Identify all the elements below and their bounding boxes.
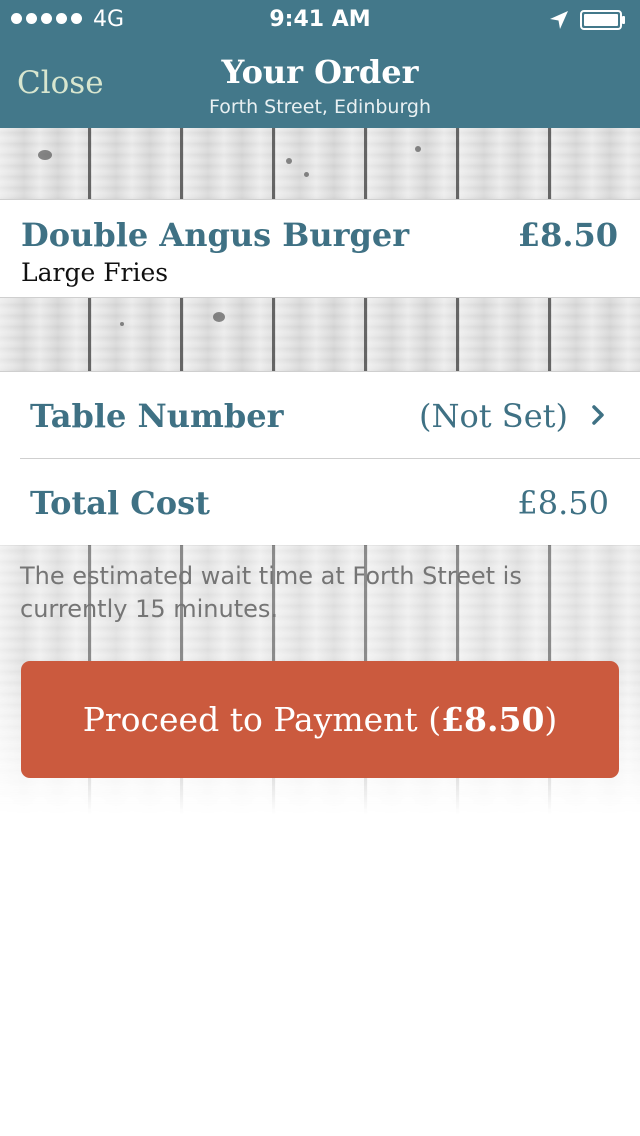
proceed-to-payment-button[interactable]: Proceed to Payment (£8.50) bbox=[21, 661, 619, 778]
top-bar: 4G 9:41 AM Close Your Order Forth Street… bbox=[0, 0, 640, 128]
table-number-value: (Not Set) bbox=[419, 397, 568, 435]
page-subtitle: Forth Street, Edinburgh bbox=[208, 96, 432, 118]
payment-open-paren: ( bbox=[428, 700, 442, 739]
item-option: Large Fries bbox=[21, 258, 169, 287]
item-name: Double Angus Burger bbox=[21, 216, 410, 254]
order-summary: Table Number (Not Set) Total Cost £8.50 bbox=[0, 371, 640, 546]
status-bar: 4G 9:41 AM bbox=[0, 0, 640, 40]
page-title: Your Order bbox=[221, 53, 419, 91]
total-cost-value: £8.50 bbox=[517, 484, 609, 522]
total-cost-row: Total Cost £8.50 bbox=[0, 459, 640, 545]
chevron-right-icon bbox=[592, 405, 604, 425]
battery-icon bbox=[580, 10, 625, 30]
table-number-row[interactable]: Table Number (Not Set) bbox=[0, 372, 640, 458]
item-price: £8.50 bbox=[517, 216, 618, 254]
status-time: 9:41 AM bbox=[269, 7, 371, 32]
navigation-bar: Close Your Order Forth Street, Edinburgh bbox=[0, 40, 640, 128]
order-item[interactable]: Double Angus Burger £8.50 Large Fries bbox=[0, 199, 640, 298]
wait-time-note: The estimated wait time at Forth Street … bbox=[20, 562, 522, 623]
wood-background bbox=[0, 128, 640, 199]
total-cost-label: Total Cost bbox=[30, 484, 210, 522]
wood-background bbox=[0, 298, 640, 371]
payment-button-amount: £8.50 bbox=[441, 700, 545, 739]
payment-button-label: Proceed to Payment bbox=[82, 700, 418, 739]
table-number-label: Table Number bbox=[30, 397, 284, 435]
payment-close-paren: ) bbox=[544, 700, 558, 739]
location-arrow-icon bbox=[550, 11, 568, 29]
